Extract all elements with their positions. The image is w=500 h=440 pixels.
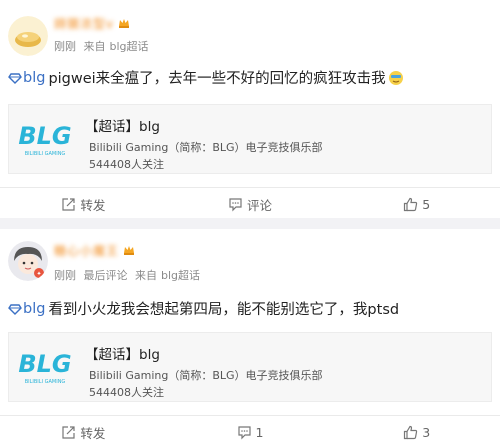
post-body: blg 看到小火龙我会想起第四局，能不能别选它了，我ptsd [8, 298, 399, 319]
post-text: pigwei来全瘟了，去年一些不好的回忆的疯狂攻击我 [48, 71, 386, 87]
comment-button[interactable]: 评论 [167, 188, 334, 221]
avatar[interactable]: ✦ [8, 241, 48, 281]
action-bar: 转发 评论 5 [0, 187, 500, 221]
post-meta: 刚刚 来自 blg超话 [54, 38, 149, 54]
emoji-icon [388, 70, 403, 85]
feed-post: ✦ 糖心小魔王 刚刚 最后评论 来自 blg超话 blg 看到小火龙我会想起第四局… [0, 229, 500, 440]
action-bar: 转发 1 3 [0, 415, 500, 440]
feed-post: 鍀獳浓型v 刚刚 来自 blg超话 blg pigwei来全瘟了，去年一些不好的回… [0, 0, 500, 218]
share-button[interactable]: 转发 [0, 416, 167, 440]
share-label: 转发 [80, 198, 106, 213]
topic-link[interactable]: blg [23, 301, 45, 317]
post-meta: 刚刚 最后评论 来自 blg超话 [54, 267, 200, 283]
username[interactable]: 鍀獳浓型v [54, 15, 130, 31]
card-title: 【超话】blg [85, 119, 160, 135]
svg-text:BILIBILI GAMING: BILIBILI GAMING [25, 379, 66, 385]
card-followers: 544408人关注 [89, 158, 164, 171]
share-button[interactable]: 转发 [0, 188, 167, 221]
comment-count: 1 [255, 425, 264, 440]
share-label: 转发 [80, 426, 106, 440]
card-subtitle: Bilibili Gaming（简称：BLG）电子竞技俱乐部 [89, 141, 323, 154]
username[interactable]: 糖心小魔王 [54, 242, 135, 258]
svg-text:BLG: BLG [18, 122, 71, 150]
svg-text:BLG: BLG [18, 350, 71, 378]
post-time: 刚刚 [54, 269, 76, 282]
crown-icon [124, 246, 135, 255]
username-text[interactable]: 糖心小魔王 [54, 242, 119, 259]
super-topic-card[interactable]: BLG BILIBILI GAMING 【超话】blg Bilibili Gam… [8, 104, 492, 174]
comment-icon [237, 426, 251, 440]
username-text[interactable]: 鍀獳浓型v [54, 15, 114, 32]
card-subtitle: Bilibili Gaming（简称：BLG）电子竞技俱乐部 [89, 369, 323, 382]
like-button[interactable]: 5 [333, 188, 500, 221]
meta-extra: 最后评论 [83, 269, 128, 282]
like-count: 5 [422, 197, 431, 212]
topic-link[interactable]: blg [23, 70, 45, 86]
post-text: 看到小火龙我会想起第四局，能不能别选它了，我ptsd [48, 302, 400, 318]
card-followers: 544408人关注 [89, 386, 164, 399]
avatar[interactable] [8, 16, 48, 56]
card-title: 【超话】blg [85, 347, 160, 363]
comment-label: 评论 [247, 198, 273, 213]
blg-logo: BLG BILIBILI GAMING [18, 350, 71, 385]
post-divider [0, 218, 500, 229]
thumbs-up-icon [404, 197, 418, 212]
source-prefix: 来自 [135, 269, 157, 282]
share-icon [62, 426, 75, 439]
source-link[interactable]: blg超话 [110, 40, 149, 53]
thumbs-up-icon [404, 425, 418, 440]
svg-text:BILIBILI GAMING: BILIBILI GAMING [25, 151, 66, 157]
share-icon [62, 198, 75, 211]
super-topic-icon [8, 72, 22, 84]
super-topic-icon [8, 303, 22, 315]
super-topic-card[interactable]: BLG BILIBILI GAMING 【超话】blg Bilibili Gam… [8, 332, 492, 402]
source-prefix: 来自 [83, 40, 106, 53]
post-body: blg pigwei来全瘟了，去年一些不好的回忆的疯狂攻击我 [8, 67, 404, 88]
like-count: 3 [422, 425, 431, 440]
post-time: 刚刚 [54, 40, 76, 53]
like-button[interactable]: 3 [333, 416, 500, 440]
blg-logo: BLG BILIBILI GAMING [18, 122, 71, 157]
crown-icon [119, 19, 130, 28]
comment-button[interactable]: 1 [167, 416, 334, 440]
source-link[interactable]: blg超话 [161, 269, 200, 282]
comment-icon [229, 198, 242, 212]
svg-text:✦: ✦ [36, 271, 41, 278]
